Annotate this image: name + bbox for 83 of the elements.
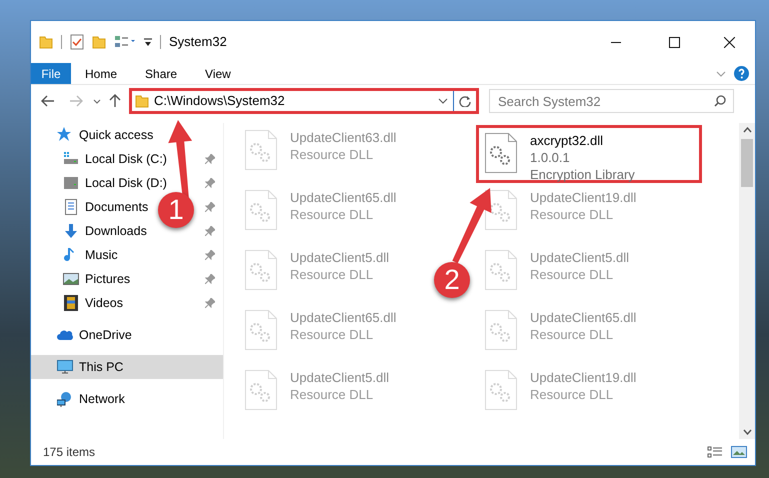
- pin-icon[interactable]: [205, 274, 215, 284]
- large-icons-view-icon[interactable]: [731, 446, 747, 458]
- pin-icon[interactable]: [205, 154, 215, 164]
- file-name: axcrypt32.dll: [530, 132, 604, 149]
- folder-icon: [135, 94, 149, 108]
- file-name: UpdateClient19.dll: [530, 369, 636, 386]
- scrollbar[interactable]: [739, 123, 755, 439]
- file-name: UpdateClient65.dll: [530, 309, 636, 326]
- file-name: UpdateClient19.dll: [530, 189, 636, 206]
- file-name: UpdateClient5.dll: [290, 249, 390, 266]
- nav-label[interactable]: Quick access: [79, 126, 154, 144]
- refresh-icon[interactable]: [459, 95, 471, 107]
- maximize-icon: [668, 36, 680, 48]
- drive-icon: [63, 151, 79, 167]
- file-name: UpdateClient65.dll: [290, 189, 396, 206]
- film-icon: [63, 295, 79, 311]
- address-path: C:\Windows\System32: [154, 92, 285, 110]
- folder-icon[interactable]: [39, 35, 53, 49]
- view-options-icon[interactable]: [114, 35, 136, 49]
- drive-icon: [63, 175, 79, 191]
- nav-label[interactable]: Downloads: [85, 222, 147, 240]
- file-detail: 1.0.0.1: [530, 149, 571, 166]
- highlighted-file-item[interactable]: axcrypt32.dll 1.0.0.1 Encryption Library: [476, 125, 702, 183]
- properties-icon[interactable]: [70, 34, 84, 50]
- pin-icon[interactable]: [205, 250, 215, 260]
- pin-icon[interactable]: [205, 178, 215, 188]
- file-detail: Encryption Library: [530, 166, 635, 183]
- forward-arrow-icon[interactable]: [69, 95, 83, 107]
- file-tab[interactable]: File: [31, 63, 71, 84]
- file-detail: Resource DLL: [530, 206, 614, 223]
- down-arrow-icon: [63, 223, 79, 239]
- item-count: 175 items: [43, 444, 96, 461]
- window-title: System32: [169, 33, 227, 52]
- nav-label[interactable]: Local Disk (D:): [85, 174, 167, 192]
- customize-toolbar-icon[interactable]: [144, 37, 152, 47]
- file-detail: Resource DLL: [530, 386, 614, 403]
- recent-locations-icon[interactable]: [93, 98, 101, 104]
- search-icon: [714, 95, 726, 107]
- file-name: UpdateClient5.dll: [290, 369, 390, 386]
- nav-label[interactable]: Network: [79, 390, 125, 408]
- address-bar[interactable]: C:\Windows\System32: [129, 88, 479, 114]
- file-name: UpdateClient5.dll: [530, 249, 630, 266]
- file-gear-icon[interactable]: [484, 132, 518, 174]
- selected-nav-item[interactable]: This PC: [31, 355, 223, 379]
- ribbon-tab[interactable]: Share: [131, 63, 192, 84]
- nav-label[interactable]: Videos: [85, 294, 123, 312]
- back-arrow-icon[interactable]: [41, 95, 55, 107]
- file-detail: Resource DLL: [290, 146, 374, 163]
- nav-label[interactable]: Music: [85, 246, 118, 264]
- pin-icon[interactable]: [205, 298, 215, 308]
- ribbon-tab[interactable]: Home: [71, 63, 132, 84]
- nav-label[interactable]: Documents: [85, 198, 148, 216]
- file-detail: Resource DLL: [530, 266, 614, 283]
- scroll-up-icon[interactable]: [742, 127, 752, 133]
- scroll-down-icon[interactable]: [742, 429, 752, 435]
- pin-icon[interactable]: [205, 202, 215, 212]
- nav-label[interactable]: Local Disk (C:): [85, 150, 167, 168]
- details-view-icon[interactable]: [707, 446, 723, 458]
- scroll-thumb[interactable]: [741, 139, 753, 187]
- monitor-icon: [57, 359, 73, 375]
- file-name: UpdateClient63.dll: [290, 129, 396, 146]
- file-detail: Resource DLL: [290, 326, 374, 343]
- nav-label: This PC: [79, 358, 124, 376]
- close-icon: [724, 36, 734, 48]
- document-icon: [63, 199, 79, 215]
- star-icon: [57, 127, 73, 143]
- file-detail: Resource DLL: [290, 206, 374, 223]
- network-icon: [57, 391, 73, 407]
- ribbon-tab[interactable]: View: [191, 63, 245, 84]
- help-icon[interactable]: [734, 66, 749, 81]
- pin-icon[interactable]: [205, 226, 215, 236]
- picture-icon: [63, 271, 79, 287]
- search-field[interactable]: Search System32: [489, 89, 734, 113]
- nav-label[interactable]: OneDrive: [79, 326, 132, 344]
- file-detail: Resource DLL: [290, 266, 374, 283]
- chevron-down-icon[interactable]: [716, 70, 726, 76]
- nav-label[interactable]: Pictures: [85, 270, 130, 288]
- file-name: UpdateClient65.dll: [290, 309, 396, 326]
- dropdown-icon[interactable]: [438, 98, 448, 104]
- new-folder-icon[interactable]: [92, 35, 106, 49]
- up-arrow-icon[interactable]: [109, 94, 121, 108]
- file-detail: Resource DLL: [290, 386, 374, 403]
- file-detail: Resource DLL: [530, 326, 614, 343]
